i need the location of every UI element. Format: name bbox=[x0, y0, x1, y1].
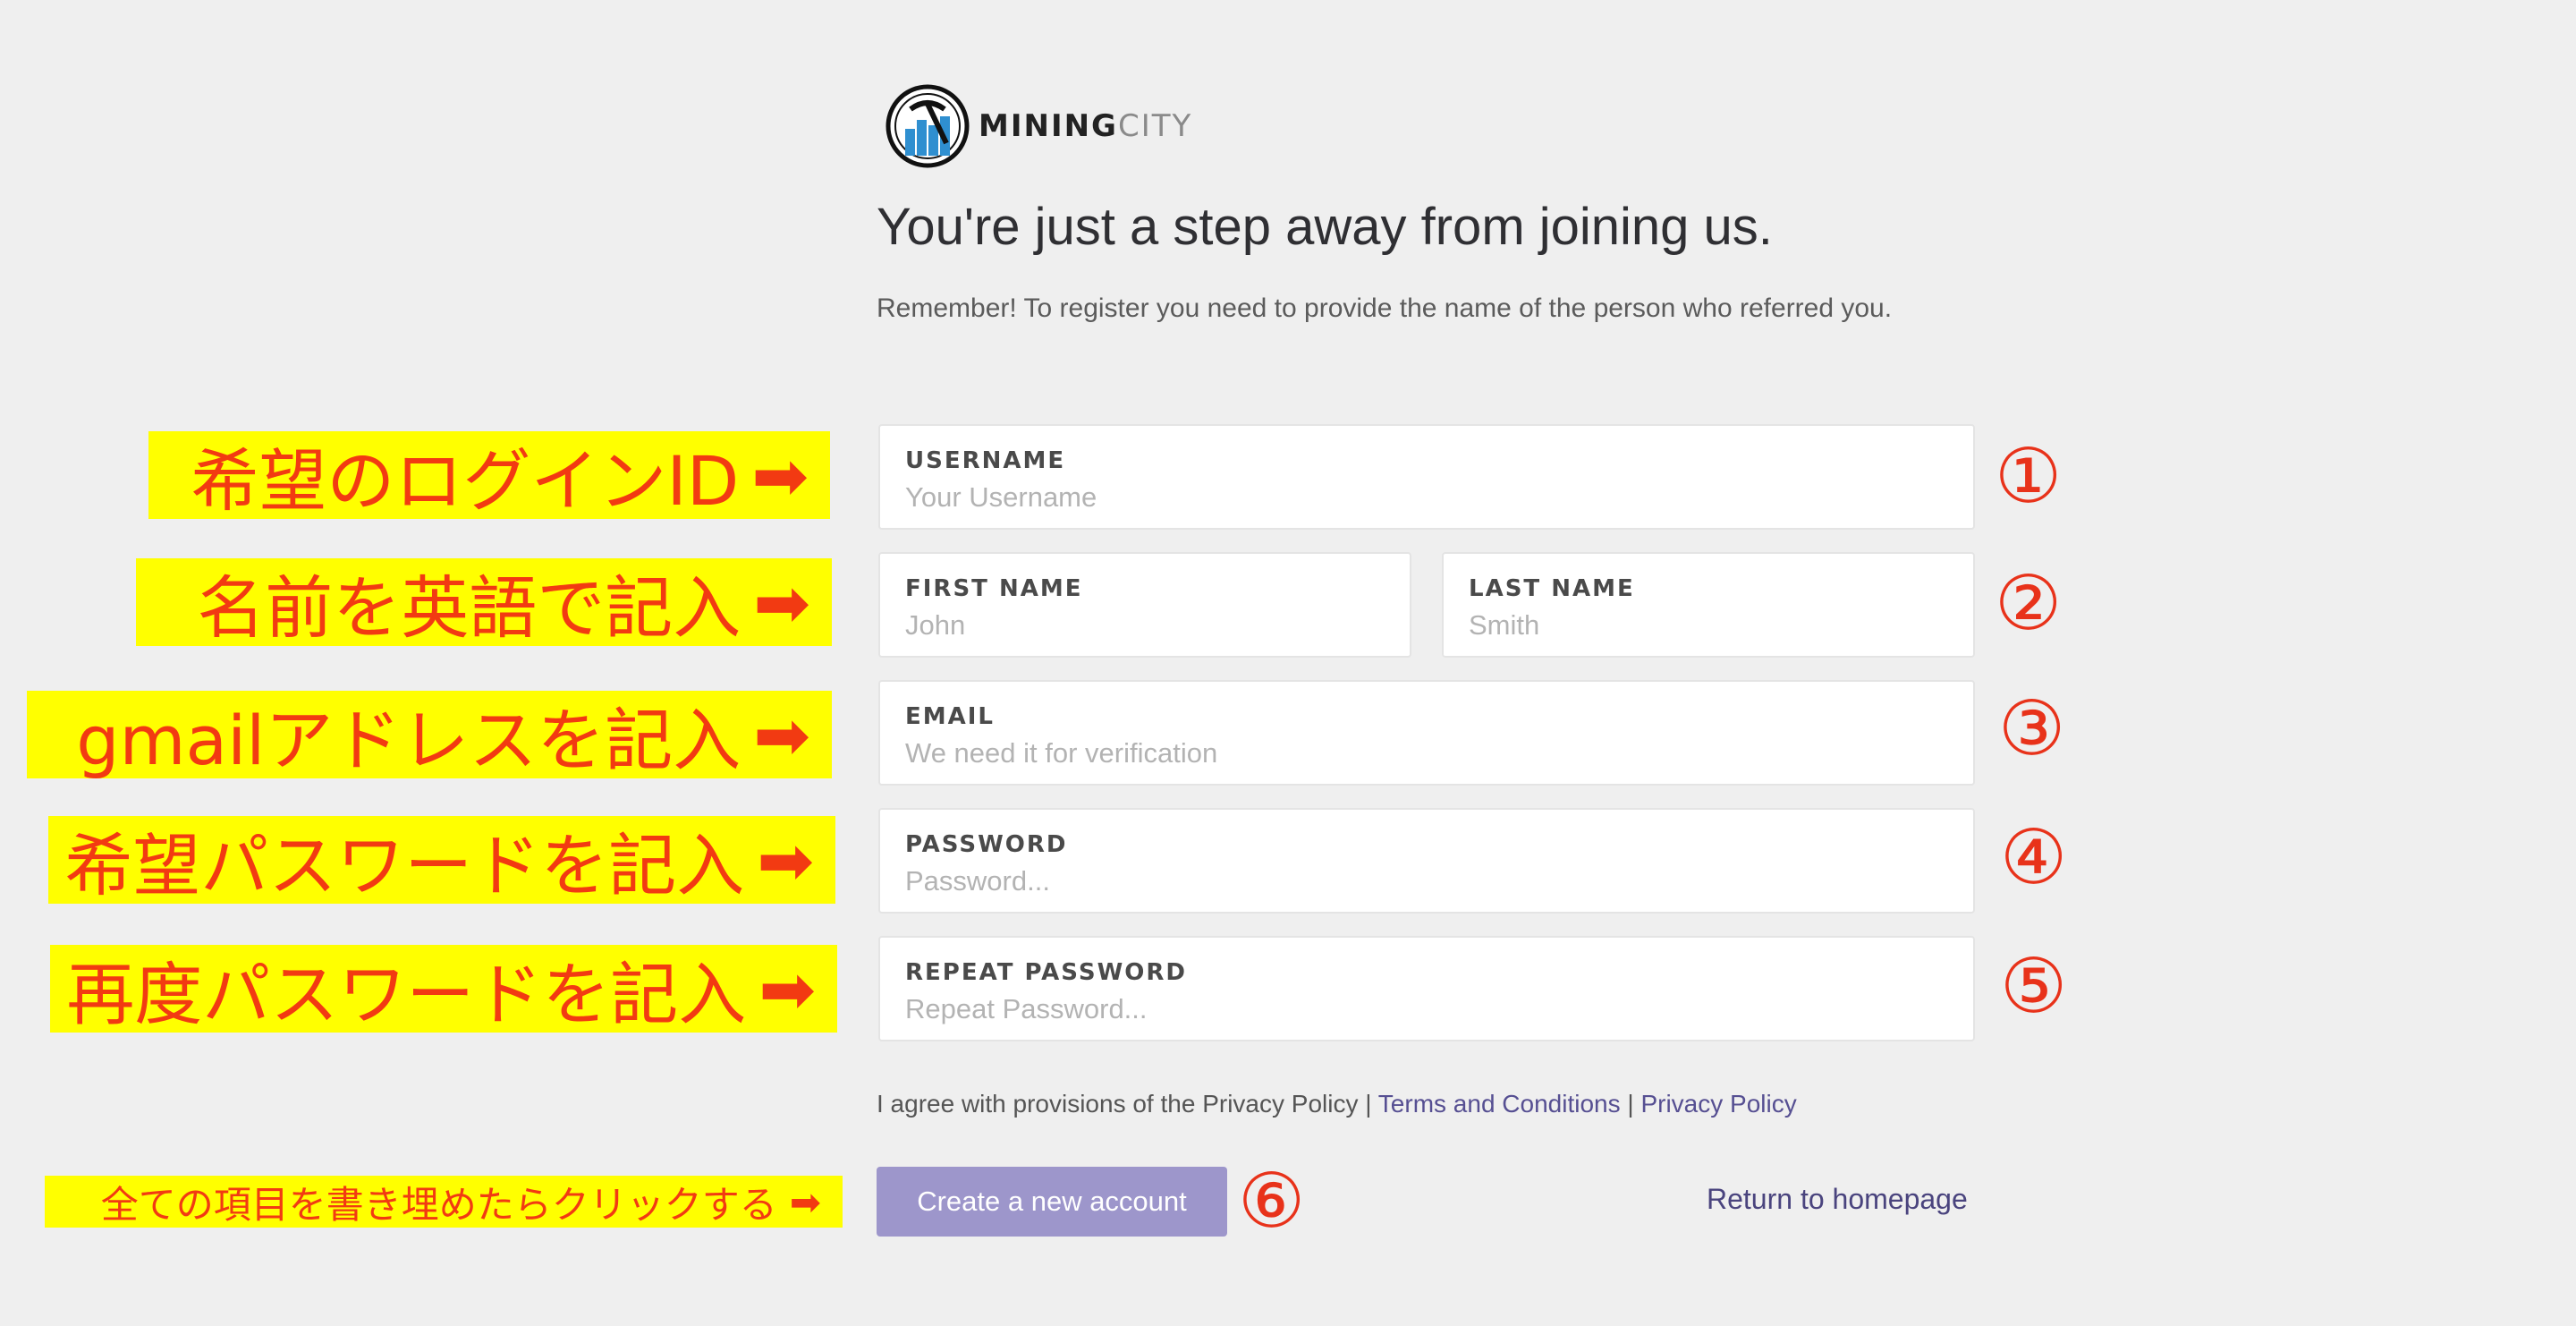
annotation-password: 希望パスワードを記入 ➡ bbox=[48, 816, 835, 905]
logo-text-primary: MINING bbox=[979, 108, 1118, 144]
annotation-username-text: 希望のログインID bbox=[191, 441, 740, 521]
arrow-right-icon: ➡ bbox=[789, 1179, 821, 1224]
email-field[interactable]: EMAIL bbox=[878, 680, 1975, 786]
step-number-5: ⑤ bbox=[2000, 942, 2068, 1030]
annotation-password-text: 希望パスワードを記入 bbox=[64, 826, 745, 905]
arrow-right-icon: ➡ bbox=[757, 820, 814, 900]
agreement-statement: I agree with provisions of the Privacy P… bbox=[877, 1090, 1359, 1118]
create-account-button[interactable]: Create a new account bbox=[877, 1167, 1227, 1237]
page-title: You're just a step away from joining us. bbox=[877, 198, 1773, 256]
first-name-field[interactable]: FIRST NAME bbox=[878, 552, 1411, 658]
agreement-text: I agree with provisions of the Privacy P… bbox=[877, 1090, 1797, 1118]
annotation-email-text: gmailアドレスを記入 bbox=[76, 701, 741, 780]
repeat-password-input[interactable] bbox=[905, 993, 1948, 1025]
step-number-3: ③ bbox=[1998, 684, 2066, 772]
mining-city-logo-icon bbox=[886, 84, 970, 168]
privacy-policy-link[interactable]: Privacy Policy bbox=[1640, 1090, 1796, 1118]
first-name-label: FIRST NAME bbox=[905, 575, 1083, 602]
annotation-submit: 全ての項目を書き埋めたらクリックする ➡ bbox=[45, 1176, 843, 1228]
step-number-1: ① bbox=[1995, 432, 2063, 520]
repeat-password-field[interactable]: REPEAT PASSWORD bbox=[878, 936, 1975, 1041]
annotation-name-text: 名前を英語で記入 bbox=[197, 568, 741, 648]
email-input[interactable] bbox=[905, 737, 1948, 769]
step-number-4: ④ bbox=[2000, 813, 2068, 901]
annotation-username: 希望のログインID ➡ bbox=[148, 431, 830, 521]
annotation-submit-text: 全ての項目を書き埋めたらクリックする bbox=[100, 1182, 777, 1227]
logo[interactable]: MININGCITY bbox=[886, 84, 1192, 168]
email-label: EMAIL bbox=[905, 703, 995, 730]
password-label: PASSWORD bbox=[905, 831, 1068, 858]
username-label: USERNAME bbox=[905, 447, 1066, 474]
username-field[interactable]: USERNAME bbox=[878, 424, 1975, 530]
agreement-separator: | bbox=[1627, 1090, 1634, 1118]
annotation-name: 名前を英語で記入 ➡ bbox=[136, 558, 832, 648]
logo-text-secondary: CITY bbox=[1117, 108, 1193, 144]
arrow-right-icon: ➡ bbox=[758, 948, 816, 1029]
first-name-input[interactable] bbox=[905, 609, 1385, 642]
annotation-repeat-password-text: 再度パスワードを記入 bbox=[66, 955, 747, 1034]
annotation-repeat-password: 再度パスワードを記入 ➡ bbox=[50, 945, 837, 1034]
last-name-label: LAST NAME bbox=[1469, 575, 1635, 602]
arrow-right-icon: ➡ bbox=[753, 562, 810, 642]
terms-link[interactable]: Terms and Conditions bbox=[1378, 1090, 1621, 1118]
last-name-field[interactable]: LAST NAME bbox=[1442, 552, 1975, 658]
page-subtitle: Remember! To register you need to provid… bbox=[877, 293, 1893, 323]
password-input[interactable] bbox=[905, 865, 1948, 897]
annotation-email: gmailアドレスを記入 ➡ bbox=[27, 691, 832, 780]
username-input[interactable] bbox=[905, 481, 1948, 514]
password-field[interactable]: PASSWORD bbox=[878, 808, 1975, 914]
step-number-6: ⑥ bbox=[1238, 1157, 1306, 1245]
arrow-right-icon: ➡ bbox=[751, 435, 809, 515]
return-homepage-link[interactable]: Return to homepage bbox=[1707, 1183, 1968, 1216]
agreement-separator: | bbox=[1365, 1090, 1372, 1118]
arrow-right-icon: ➡ bbox=[753, 694, 810, 775]
last-name-input[interactable] bbox=[1469, 609, 1948, 642]
repeat-password-label: REPEAT PASSWORD bbox=[905, 959, 1187, 986]
logo-text: MININGCITY bbox=[979, 108, 1192, 144]
step-number-2: ② bbox=[1995, 559, 2063, 647]
